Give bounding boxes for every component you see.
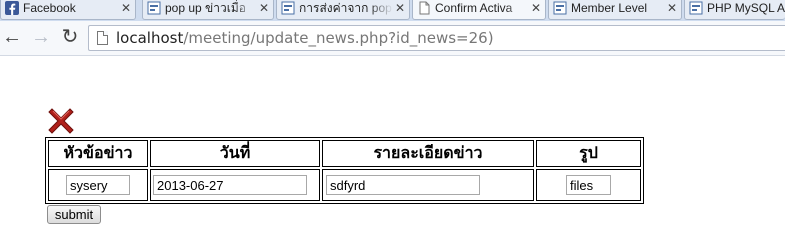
page-icon bbox=[97, 31, 108, 45]
url-path: /meeting/update_news.php?id_news=26) bbox=[183, 29, 494, 47]
cell-date bbox=[150, 169, 320, 201]
tab-label: Confirm Activa bbox=[435, 1, 513, 15]
table-row bbox=[48, 169, 641, 201]
image-input[interactable] bbox=[566, 175, 611, 195]
facebook-icon bbox=[5, 1, 19, 15]
delete-icon[interactable] bbox=[47, 106, 75, 134]
back-button[interactable]: ← bbox=[1, 27, 23, 49]
tab-label: Facebook bbox=[23, 1, 76, 15]
tab-member-level[interactable]: Member Level ✕ bbox=[548, 0, 682, 20]
tab-popup-news[interactable]: pop up ข่าวเมื่อ ✕ bbox=[142, 0, 274, 20]
tab-label: Member Level bbox=[571, 1, 648, 15]
close-icon[interactable]: ✕ bbox=[259, 0, 269, 17]
page-icon bbox=[419, 1, 430, 15]
header-detail: รายละเอียดข่าว bbox=[322, 140, 534, 167]
address-bar[interactable]: localhost/meeting/update_news.php?id_new… bbox=[88, 25, 785, 51]
url-host: localhost bbox=[116, 29, 184, 47]
date-input[interactable] bbox=[153, 175, 307, 195]
close-icon[interactable]: ✕ bbox=[531, 0, 541, 17]
webboard-icon bbox=[147, 1, 161, 15]
close-icon[interactable]: ✕ bbox=[667, 0, 677, 17]
topic-input[interactable] bbox=[66, 175, 130, 195]
header-date: วันที่ bbox=[150, 140, 320, 167]
table-header-row: หัวข้อข่าว วันที่ รายละเอียดข่าว รูป bbox=[48, 140, 641, 167]
webboard-icon bbox=[553, 1, 567, 15]
header-image: รูป bbox=[536, 140, 641, 167]
close-icon[interactable]: ✕ bbox=[395, 0, 405, 17]
tab-send-values[interactable]: การส่งค่าจาก pop ✕ bbox=[276, 0, 410, 20]
tab-confirm-activation[interactable]: Confirm Activa ✕ bbox=[412, 0, 546, 20]
cell-detail bbox=[322, 169, 534, 201]
tab-php-mysql[interactable]: PHP MySQL Ac bbox=[684, 0, 785, 20]
webboard-icon bbox=[689, 1, 703, 15]
tab-label: PHP MySQL Ac bbox=[707, 1, 785, 15]
webboard-icon bbox=[281, 1, 295, 15]
forward-button[interactable]: → bbox=[30, 27, 52, 49]
tab-facebook[interactable]: Facebook ✕ bbox=[0, 0, 136, 20]
submit-button[interactable]: submit bbox=[47, 205, 101, 224]
tab-strip: Facebook ✕ pop up ข่าวเมื่อ ✕ การส่งค่าจ… bbox=[0, 0, 785, 21]
reload-button[interactable]: ↻ bbox=[59, 27, 81, 49]
cell-image bbox=[536, 169, 641, 201]
detail-input[interactable] bbox=[326, 175, 480, 195]
url-text[interactable]: localhost/meeting/update_news.php?id_new… bbox=[116, 29, 494, 47]
cell-topic bbox=[48, 169, 148, 201]
news-edit-table: หัวข้อข่าว วันที่ รายละเอียดข่าว รูป bbox=[45, 137, 644, 204]
header-topic: หัวข้อข่าว bbox=[48, 140, 148, 167]
browser-toolbar: ← → ↻ localhost/meeting/update_news.php?… bbox=[0, 21, 785, 56]
close-icon[interactable]: ✕ bbox=[121, 0, 131, 17]
